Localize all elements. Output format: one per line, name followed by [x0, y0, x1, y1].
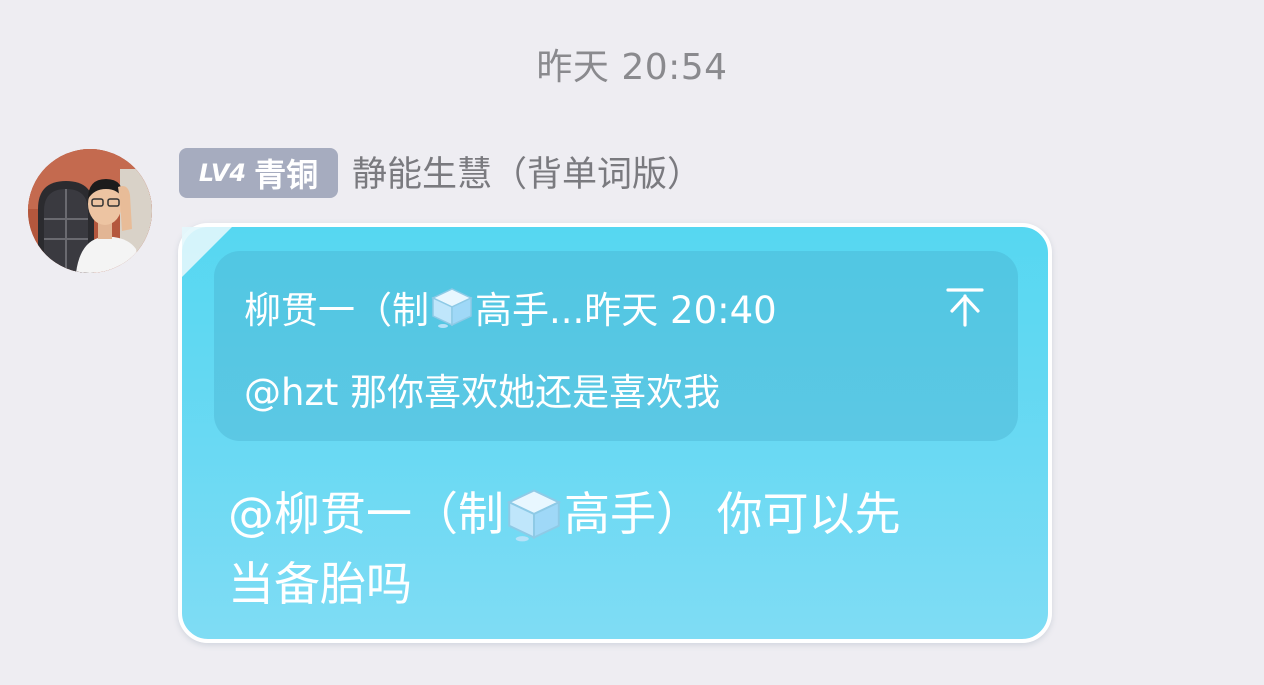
bubble-corner-decoration — [182, 227, 232, 277]
quoted-author-suffix: 高手... — [475, 289, 585, 332]
message-line2: 当备胎吗 — [228, 557, 412, 611]
message-line1-suffix: 高手） 你可以先 — [564, 487, 901, 541]
rank-title: 青铜 — [254, 156, 319, 194]
message-line1-prefix: @柳贯一（制 — [228, 487, 504, 541]
message-line-2: 当备胎吗 — [228, 549, 1018, 619]
ice-cube-icon — [431, 288, 473, 328]
message-line-1: @柳贯一（制 高手） 你可以先 — [228, 479, 1018, 549]
ice-cube-icon — [506, 489, 562, 542]
message-bubble[interactable]: 柳贯一（制 高手... 昨天 20:40 @hzt 那你喜欢她还是喜欢我 @柳贯… — [178, 223, 1052, 643]
quoted-reply[interactable]: 柳贯一（制 高手... 昨天 20:40 @hzt 那你喜欢她还是喜欢我 — [214, 251, 1018, 441]
message-timestamp: 昨天 20:54 — [536, 47, 728, 88]
quoted-header: 柳贯一（制 高手... 昨天 20:40 — [244, 280, 777, 334]
level-badge: LV4 青铜 — [179, 148, 338, 198]
avatar[interactable] — [28, 149, 152, 273]
message-text: @柳贯一（制 高手） 你可以先 当备胎吗 — [228, 479, 1018, 619]
bubble-body: 柳贯一（制 高手... 昨天 20:40 @hzt 那你喜欢她还是喜欢我 @柳贯… — [178, 223, 1052, 643]
avatar-photo-icon — [28, 149, 152, 273]
sender-name[interactable]: 静能生慧（背单词版） — [352, 150, 702, 200]
quoted-text: @hzt 那你喜欢她还是喜欢我 — [244, 371, 721, 414]
quoted-time: 昨天 20:40 — [584, 289, 777, 332]
jump-to-top-icon[interactable] — [946, 287, 984, 327]
level-text: LV4 — [198, 159, 247, 187]
quoted-author-prefix: 柳贯一（制 — [244, 289, 429, 332]
